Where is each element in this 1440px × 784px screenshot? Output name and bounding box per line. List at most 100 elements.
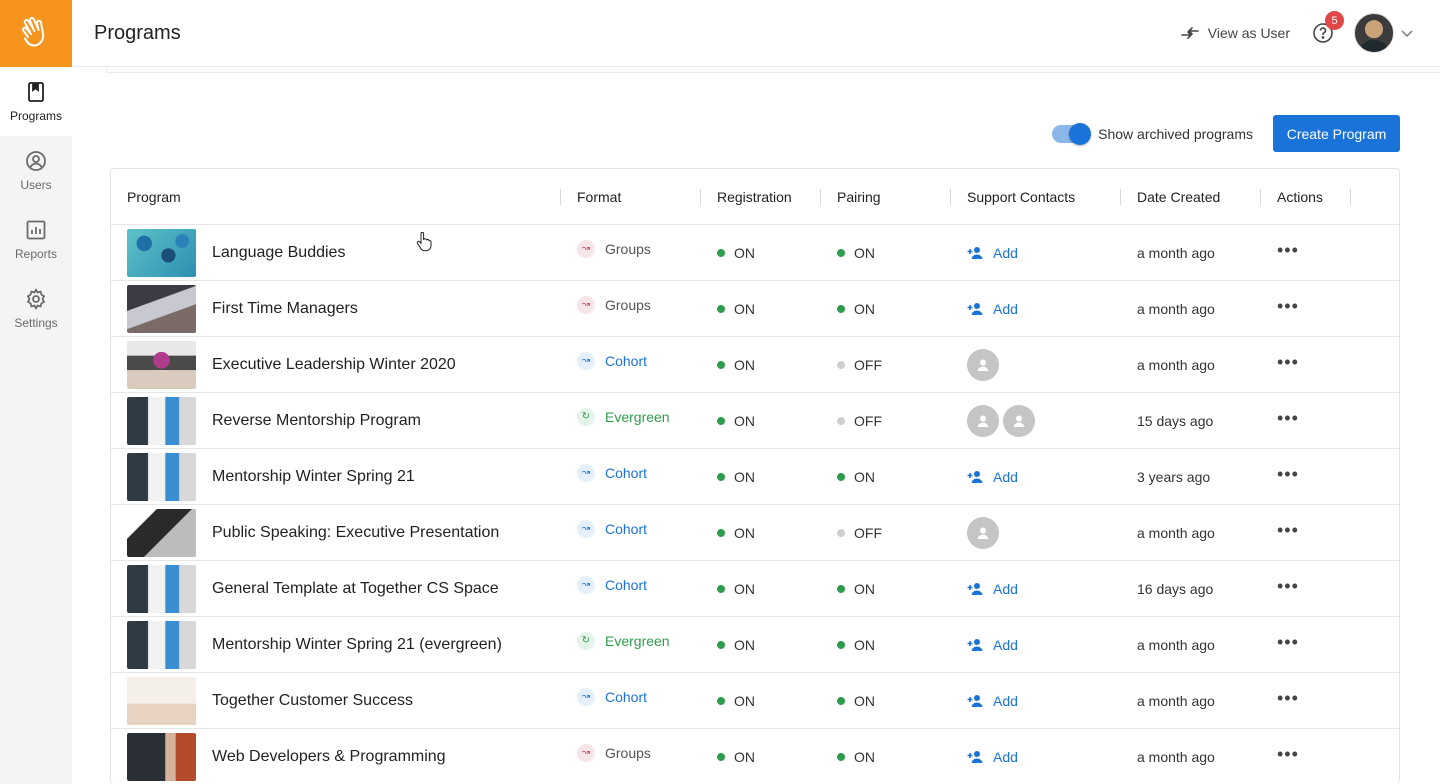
add-support-contact-link[interactable]: Add [967,693,1018,709]
app-logo[interactable] [0,0,72,67]
add-support-contact-link[interactable]: Add [967,301,1018,317]
sidebar-item-users[interactable]: Users [0,136,72,205]
more-actions-icon[interactable]: ••• [1277,409,1299,427]
user-menu[interactable] [1354,13,1414,53]
program-name-link[interactable]: Mentorship Winter Spring 21 (evergreen) [212,636,502,654]
more-actions-icon[interactable]: ••• [1277,689,1299,707]
program-cell: Reverse Mentorship Program [111,396,561,445]
column-header-format[interactable]: Format [561,188,701,205]
content-top-divider [106,67,1440,73]
pairing-status: ON [854,636,875,653]
bookmark-icon [28,81,44,102]
add-support-contact-link[interactable]: Add [967,245,1018,261]
registration-status-dot [717,528,725,537]
actions-cell: ••• [1261,633,1351,651]
table-row[interactable]: Together Customer Success ↝ Cohort ON ON Add a… [111,672,1399,728]
add-support-label: Add [993,244,1018,261]
format-label: Cohort [605,520,648,537]
more-actions-icon[interactable]: ••• [1277,633,1299,651]
pairing-status: OFF [854,356,882,373]
program-name-link[interactable]: Reverse Mentorship Program [212,412,421,430]
table-row[interactable]: Mentorship Winter Spring 21 ↝ Cohort ON ON Ad… [111,448,1399,504]
create-program-button[interactable]: Create Program [1273,115,1400,152]
pairing-cell: ON [821,581,951,597]
format-groups-icon: ↝ [577,239,595,258]
add-support-contact-link[interactable]: Add [967,581,1018,597]
more-actions-icon[interactable]: ••• [1277,521,1299,539]
more-actions-icon[interactable]: ••• [1277,297,1299,315]
registration-status: ON [734,636,755,653]
program-name-link[interactable]: Together Customer Success [212,692,413,710]
format-cell: ↻ Evergreen [561,631,701,654]
table-row[interactable]: Web Developers & Programming ↝ Groups ON ON A… [111,728,1399,784]
column-header-date-created[interactable]: Date Created [1121,188,1261,205]
add-support-contact-link[interactable]: Add [967,469,1018,485]
actions-cell: ••• [1261,465,1351,483]
more-actions-icon[interactable]: ••• [1277,577,1299,595]
program-name-link[interactable]: First Time Managers [212,300,358,318]
sidebar-item-reports[interactable]: Reports [0,205,72,274]
date-created-cell: a month ago [1137,748,1215,765]
support-contacts-cell: Add [951,693,1121,709]
support-contact-avatar[interactable] [967,348,999,381]
help-button[interactable]: 5 [1312,11,1344,44]
table-header-row: Program Format Registration Pairing Supp… [111,169,1399,224]
add-support-contact-link[interactable]: Add [967,749,1018,765]
date-created-cell: 3 years ago [1137,468,1211,485]
program-name-link[interactable]: Web Developers & Programming [212,748,446,766]
actions-cell: ••• [1261,409,1351,427]
more-actions-icon[interactable]: ••• [1277,745,1299,763]
pairing-cell: OFF [821,357,951,373]
table-row[interactable]: First Time Managers ↝ Groups ON ON Add a month… [111,280,1399,336]
column-header-registration[interactable]: Registration [701,188,821,205]
pairing-status: ON [854,468,875,485]
sidebar-item-label: Settings [14,315,58,330]
table-row[interactable]: General Template at Together CS Space ↝ Co… [111,560,1399,616]
sidebar-item-label: Users [20,177,52,192]
more-actions-icon[interactable]: ••• [1277,465,1299,483]
table-row[interactable]: Mentorship Winter Spring 21 (evergreen) ↻… [111,616,1399,672]
format-cell: ↝ Groups [561,239,701,262]
date-created-cell: a month ago [1137,244,1215,261]
date-created-cell: a month ago [1137,524,1215,541]
column-header-actions: Actions [1261,188,1351,205]
format-groups-icon: ↝ [577,295,595,314]
add-support-label: Add [993,748,1018,765]
support-contact-avatar[interactable] [967,516,999,549]
program-thumbnail [127,508,196,557]
support-contact-avatar[interactable] [967,404,999,437]
view-as-user-label: View as User [1207,25,1290,41]
table-row[interactable]: Public Speaking: Executive Presentation ↝… [111,504,1399,560]
sidebar-item-settings[interactable]: Settings [0,274,72,343]
registration-status-dot [717,696,725,705]
sidebar-item-programs[interactable]: Programs [0,67,72,136]
support-contacts-cell: Add [951,469,1121,485]
program-name-link[interactable]: General Template at Together CS Space [212,580,499,598]
add-support-label: Add [993,636,1018,653]
add-support-contact-link[interactable]: Add [967,637,1018,653]
show-archived-toggle[interactable] [1052,122,1092,145]
format-cohort-icon: ↝ [577,687,595,706]
column-header-program[interactable]: Program [111,188,561,205]
program-name-link[interactable]: Executive Leadership Winter 2020 [212,356,456,374]
registration-status: ON [734,748,755,765]
date-created-cell: a month ago [1137,300,1215,317]
column-header-support-contacts[interactable]: Support Contacts [951,188,1121,205]
program-name-link[interactable]: Language Buddies [212,244,345,262]
registration-cell: ON [701,357,821,373]
program-name-link[interactable]: Public Speaking: Executive Presentation [212,524,499,542]
add-user-icon [967,694,983,707]
actions-cell: ••• [1261,353,1351,371]
program-cell: Web Developers & Programming [111,732,561,781]
column-header-pairing[interactable]: Pairing [821,188,951,205]
more-actions-icon[interactable]: ••• [1277,241,1299,259]
date-created-cell: 15 days ago [1137,412,1214,429]
table-row[interactable]: Executive Leadership Winter 2020 ↝ Cohort O… [111,336,1399,392]
more-actions-icon[interactable]: ••• [1277,353,1299,371]
table-row[interactable]: Language Buddies ↝ Groups ON ON Add a month ag… [111,224,1399,280]
table-row[interactable]: Reverse Mentorship Program ↻ Evergreen ON OF… [111,392,1399,448]
program-name-link[interactable]: Mentorship Winter Spring 21 [212,468,415,486]
view-as-user-button[interactable]: View as User [1180,25,1290,41]
support-contacts-cell: Add [951,637,1121,653]
support-contact-avatar[interactable] [1003,404,1035,437]
